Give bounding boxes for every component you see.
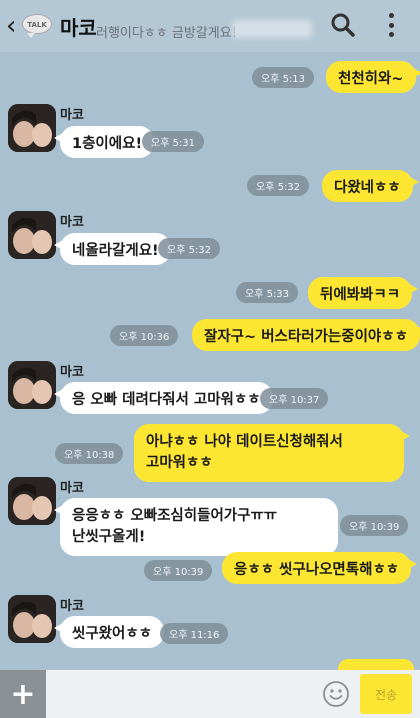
their-message-bubble[interactable]: 1층이에요!: [53, 126, 155, 158]
my-message-bubble[interactable]: 다왔네ㅎㅎ: [322, 170, 419, 202]
message-time: 오후 10:38: [55, 443, 124, 464]
avatar[interactable]: [8, 477, 56, 525]
search-icon[interactable]: [330, 12, 356, 38]
message-time: 오후 10:37: [260, 388, 329, 409]
their-message-bubble[interactable]: 씻구왔어ㅎㅎ: [53, 616, 165, 648]
message-input[interactable]: [50, 676, 314, 712]
chat-title: 마코: [60, 15, 97, 40]
my-message-bubble[interactable]: 응ㅎㅎ 씻구나오면톡해ㅎㅎ: [222, 552, 418, 584]
message-time: 오후 10:36: [110, 325, 179, 346]
message-time: 오후 5:13: [252, 67, 315, 88]
sender-name: 마코: [60, 599, 84, 614]
my-message-bubble[interactable]: 뒤에봐봐ㅋㅋ: [308, 277, 419, 309]
avatar[interactable]: [8, 104, 56, 152]
message-time: 오후 5:33: [236, 282, 299, 303]
message-time: 오후 5:32: [247, 175, 310, 196]
message-time: 오후 5:32: [158, 238, 221, 259]
message-time: 오후 5:31: [142, 131, 205, 152]
blurred-area: [232, 20, 312, 38]
message-input-bar: + 전송: [0, 670, 420, 718]
kakaotalk-logo[interactable]: TALK: [22, 14, 52, 38]
notice-preview: 러행이다ㅎㅎ 금방갈게요!: [96, 26, 237, 41]
plus-icon[interactable]: +: [0, 670, 46, 718]
avatar[interactable]: [8, 595, 56, 643]
talk-logo-text: TALK: [22, 14, 52, 34]
their-message-bubble[interactable]: 응 오빠 데려다줘서 고마워ㅎㅎ: [54, 382, 273, 414]
message-time: 오후 10:39: [144, 560, 213, 581]
send-button[interactable]: 전송: [360, 674, 412, 714]
their-message-bubble[interactable]: 네올라갈게요!: [54, 233, 171, 265]
sender-name: 마코: [60, 365, 84, 380]
more-vert-icon[interactable]: [378, 10, 404, 40]
my-message-bubble[interactable]: 천천히와~: [326, 61, 420, 93]
message-line: 고마워ㅎㅎ: [146, 455, 213, 471]
sender-name: 마코: [60, 215, 84, 230]
message-line: 응응ㅎㅎ 오빠조심히들어가구ㅠㅠ: [72, 508, 278, 524]
my-message-bubble[interactable]: 아냐ㅎㅎ 나야 데이트신청해줘서 고마워ㅎㅎ: [134, 424, 410, 482]
sender-name: 마코: [60, 481, 84, 496]
their-message-bubble[interactable]: 응응ㅎㅎ 오빠조심히들어가구ㅠㅠ 난씻구올게!: [54, 498, 338, 556]
message-time: 오후 11:16: [160, 623, 229, 644]
sender-name: 마코: [60, 108, 84, 123]
message-line: 난씻구올게!: [72, 529, 146, 545]
message-time: 오후 10:39: [340, 515, 409, 536]
avatar[interactable]: [8, 211, 56, 259]
avatar[interactable]: [8, 361, 56, 409]
message-line: 아냐ㅎㅎ 나야 데이트신청해줘서: [146, 434, 343, 450]
chevron-left-icon[interactable]: ‹: [6, 13, 20, 39]
my-message-bubble[interactable]: 잘자구~ 버스타러가는중이야ㅎㅎ: [192, 319, 420, 351]
smiley-icon[interactable]: [322, 680, 350, 708]
